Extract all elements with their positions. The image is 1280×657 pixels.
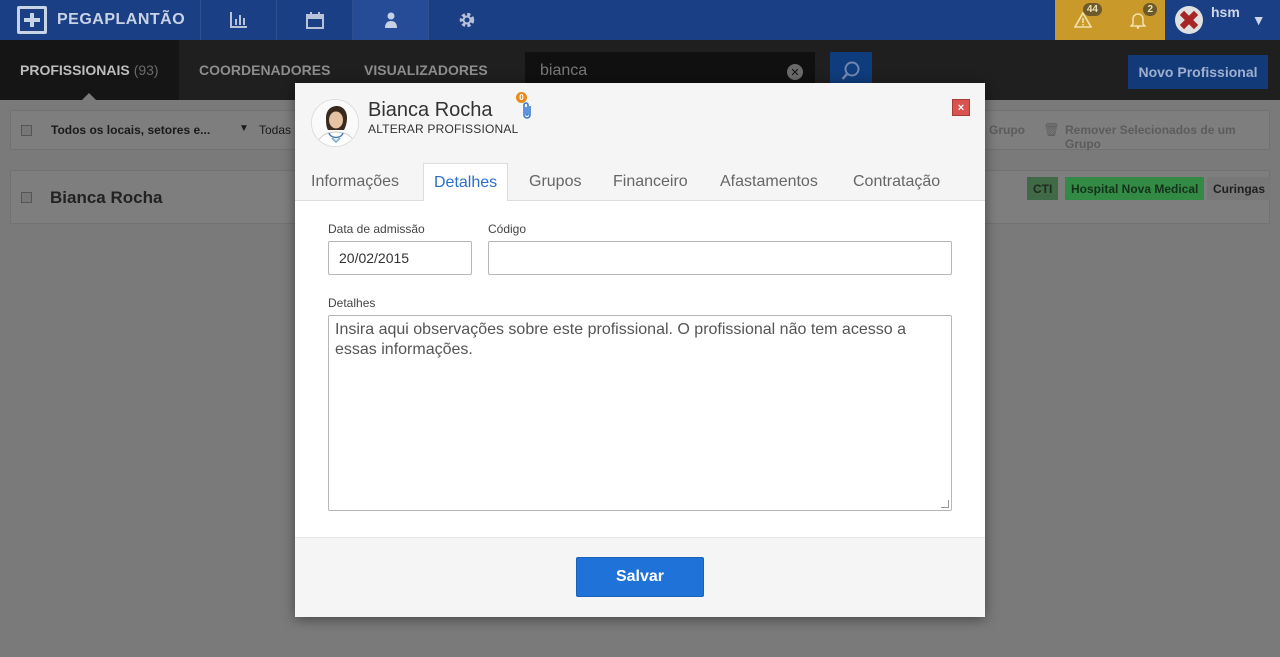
- search-value: bianca: [540, 62, 588, 79]
- tag: Curingas: [1207, 177, 1272, 200]
- tab-grupos[interactable]: Grupos: [529, 163, 581, 201]
- bell-icon: [1129, 12, 1146, 29]
- tab-label: COORDENADORES: [199, 62, 331, 78]
- user-icon: [384, 12, 397, 28]
- tab-label: VISUALIZADORES: [364, 62, 488, 78]
- remove-from-group-action[interactable]: Remover Selecionados de um Grupo: [1065, 123, 1269, 151]
- admission-date-field[interactable]: 20/02/2015: [328, 241, 472, 275]
- tab-afastamentos[interactable]: Afastamentos: [720, 163, 818, 201]
- edit-professional-modal: Bianca Rocha ALTERAR PROFISSIONAL 0 × In…: [295, 83, 985, 617]
- professional-name: Bianca Rocha: [50, 188, 163, 207]
- top-navbar: PEGAPLANTÃO 44 2 hsm ▼: [0, 0, 1280, 40]
- tag: CTI: [1027, 177, 1059, 200]
- bar-chart-icon: [229, 12, 247, 28]
- todas-filter[interactable]: Todas: [259, 123, 291, 137]
- logo-plus-icon: [17, 6, 47, 34]
- details-placeholder: Insira aqui observações sobre este profi…: [335, 321, 906, 358]
- row-checkbox[interactable]: [21, 192, 32, 203]
- group-action[interactable]: Grupo: [989, 123, 1025, 137]
- user-name: hsm: [1211, 4, 1240, 20]
- close-icon[interactable]: ×: [952, 99, 970, 116]
- modal-tabs: Informações Detalhes Grupos Financeiro A…: [295, 163, 985, 202]
- admission-label: Data de admissão: [328, 222, 425, 236]
- active-tab-caret: [82, 93, 96, 100]
- tab-profissionais[interactable]: PROFISSIONAIS (93): [0, 40, 179, 100]
- notifications-button[interactable]: 2: [1110, 0, 1165, 40]
- select-all-checkbox[interactable]: [21, 125, 32, 136]
- gear-icon: [459, 12, 474, 28]
- user-avatar: [1175, 6, 1203, 34]
- modal-body: Data de admissão 20/02/2015 Código Detal…: [295, 201, 985, 538]
- caret-down-icon: ▼: [1251, 12, 1266, 28]
- tab-label: PROFISSIONAIS: [20, 62, 130, 78]
- locations-filter[interactable]: Todos os locais, setores e...: [51, 123, 210, 137]
- tab-contratacao[interactable]: Contratação: [853, 163, 940, 201]
- user-menu[interactable]: hsm ▼: [1165, 0, 1280, 40]
- alerts-area: 44 2: [1055, 0, 1165, 40]
- tab-informacoes[interactable]: Informações: [311, 163, 399, 201]
- code-label: Código: [488, 222, 527, 236]
- save-button[interactable]: Salvar: [576, 557, 704, 597]
- nav-calendar[interactable]: [276, 0, 352, 40]
- warnings-button[interactable]: 44: [1055, 0, 1110, 40]
- main-nav: [200, 0, 504, 40]
- resize-handle-icon[interactable]: [941, 500, 949, 508]
- details-textarea[interactable]: Insira aqui observações sobre este profi…: [328, 315, 952, 511]
- professional-avatar: [311, 99, 359, 147]
- code-field[interactable]: [488, 241, 952, 275]
- trash-icon: 🗑: [1043, 122, 1060, 137]
- calendar-icon: [305, 11, 324, 29]
- tab-detalhes[interactable]: Detalhes: [423, 163, 509, 202]
- clear-search-icon[interactable]: ✕: [787, 64, 803, 80]
- new-professional-button[interactable]: Novo Profissional: [1128, 55, 1268, 89]
- caret-down-icon: ▼: [239, 123, 249, 134]
- nav-professionals[interactable]: [352, 0, 428, 40]
- logo-text: PEGAPLANTÃO: [57, 11, 186, 28]
- tab-financeiro[interactable]: Financeiro: [613, 163, 688, 201]
- nav-settings[interactable]: [428, 0, 504, 40]
- notifications-badge: 2: [1143, 3, 1157, 16]
- paperclip-icon[interactable]: [520, 101, 534, 121]
- tag: Hospital Nova Medical: [1065, 177, 1205, 200]
- modal-title: Bianca Rocha: [368, 99, 493, 121]
- nav-reports[interactable]: [200, 0, 276, 40]
- tab-count: (93): [133, 62, 159, 78]
- search-icon: [841, 61, 860, 80]
- app-logo[interactable]: PEGAPLANTÃO: [0, 0, 200, 40]
- modal-subtitle: ALTERAR PROFISSIONAL: [368, 122, 519, 136]
- attachment-badge: 0: [516, 92, 527, 103]
- warnings-badge: 44: [1082, 3, 1102, 16]
- details-label: Detalhes: [328, 296, 376, 310]
